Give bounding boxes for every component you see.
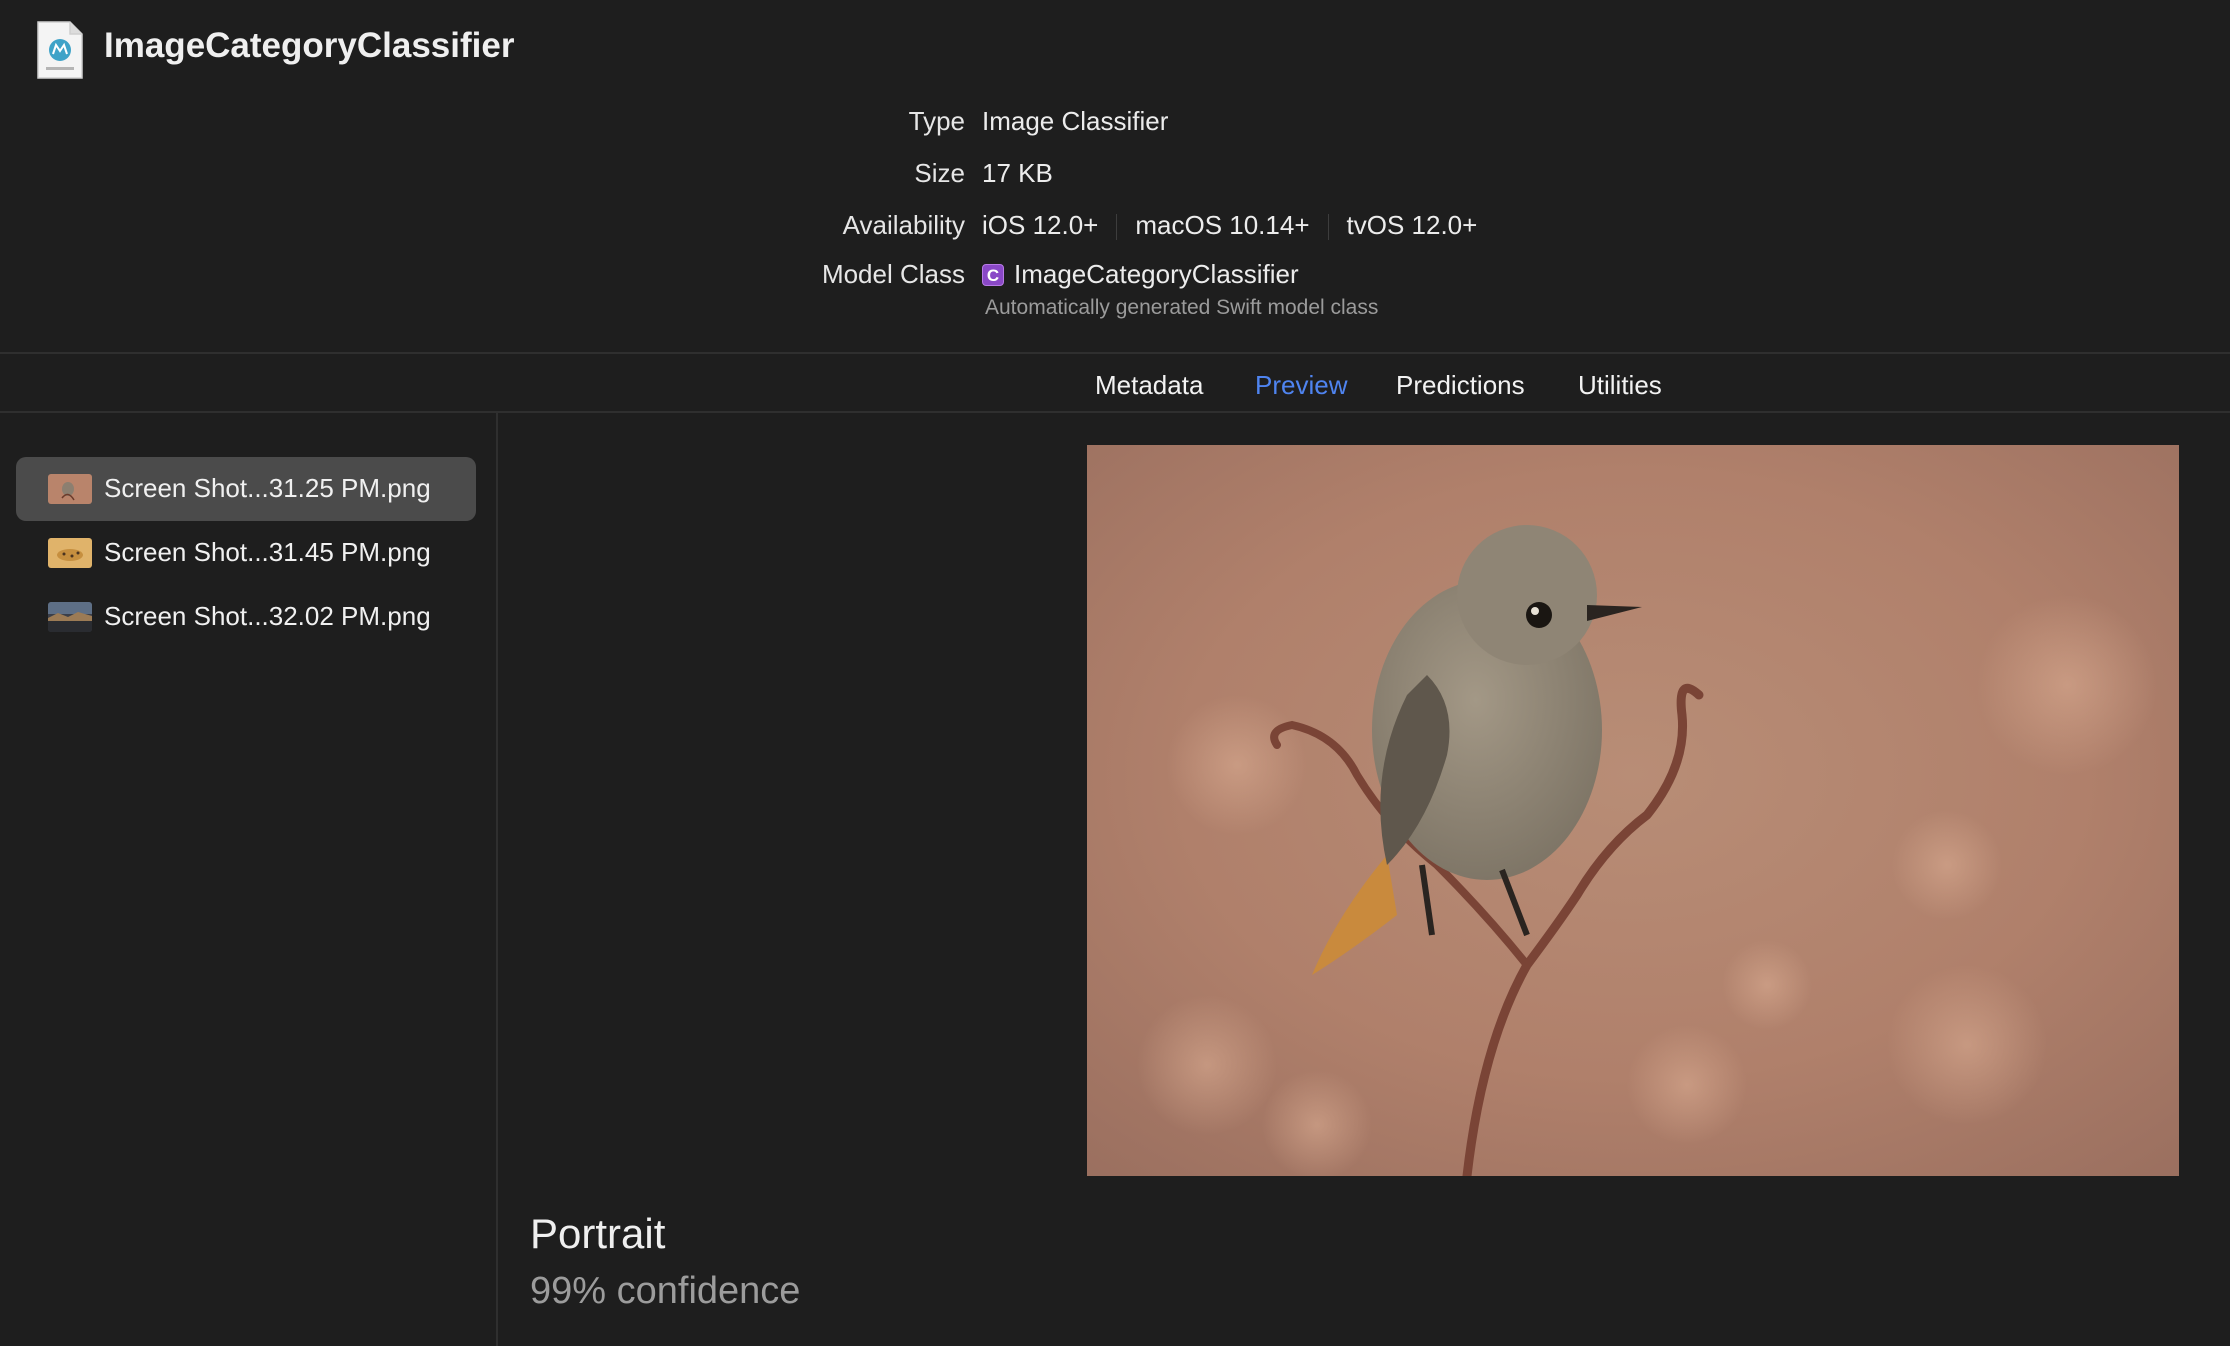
availability-ios: iOS 12.0+	[982, 210, 1099, 240]
prediction-confidence: 99% confidence	[530, 1270, 801, 1312]
size-label: Size	[914, 158, 965, 188]
mlmodel-file-icon	[37, 21, 83, 79]
tab-bar: Metadata Preview Predictions Utilities	[0, 354, 2230, 410]
file-name: Screen Shot...32.02 PM.png	[104, 601, 431, 631]
type-label: Type	[908, 106, 965, 136]
model-header: ImageCategoryClassifier Type Image Class…	[0, 0, 2230, 352]
prediction-label: Portrait	[530, 1210, 666, 1257]
file-list-item[interactable]: Screen Shot...31.45 PM.png	[16, 521, 476, 585]
availability-label: Availability	[842, 210, 965, 240]
availability-macos: macOS 10.14+	[1135, 210, 1310, 240]
swift-class-icon: C	[982, 264, 1004, 286]
availability-list: iOS 12.0+ macOS 10.14+ tvOS 12.0+	[982, 210, 1477, 241]
preview-image	[1087, 445, 2179, 1176]
file-list-item[interactable]: Screen Shot...31.25 PM.png	[16, 457, 476, 521]
model-class-label: Model Class	[821, 259, 965, 289]
tab-utilities[interactable]: Utilities	[1578, 370, 1662, 401]
bird-thumbnail	[48, 474, 92, 504]
model-class-value[interactable]: C ImageCategoryClassifier	[982, 259, 1299, 290]
file-name: Screen Shot...31.45 PM.png	[104, 537, 431, 567]
tab-predictions[interactable]: Predictions	[1396, 370, 1525, 401]
sidebar-divider	[496, 413, 498, 1346]
type-value: Image Classifier	[982, 106, 1169, 136]
availability-separator	[1116, 214, 1118, 241]
file-name: Screen Shot...31.25 PM.png	[104, 473, 431, 503]
model-viewer-window: ImageCategoryClassifier Type Image Class…	[0, 0, 2230, 1346]
size-value: 17 KB	[982, 158, 1053, 188]
file-list-item[interactable]: Screen Shot...32.02 PM.png	[16, 585, 476, 649]
preview-file-list: Screen Shot...31.25 PM.png Screen Shot..…	[0, 413, 496, 1346]
model-class-note: Automatically generated Swift model clas…	[985, 296, 1379, 319]
model-class-name[interactable]: ImageCategoryClassifier	[1014, 259, 1299, 289]
landscape-thumbnail	[48, 602, 92, 632]
availability-separator	[1327, 214, 1329, 241]
model-title: ImageCategoryClassifier	[104, 26, 515, 65]
cheetah-thumbnail	[48, 538, 92, 568]
tab-preview[interactable]: Preview	[1255, 370, 1347, 401]
availability-tvos: tvOS 12.0+	[1346, 210, 1478, 240]
tab-metadata[interactable]: Metadata	[1095, 370, 1203, 401]
